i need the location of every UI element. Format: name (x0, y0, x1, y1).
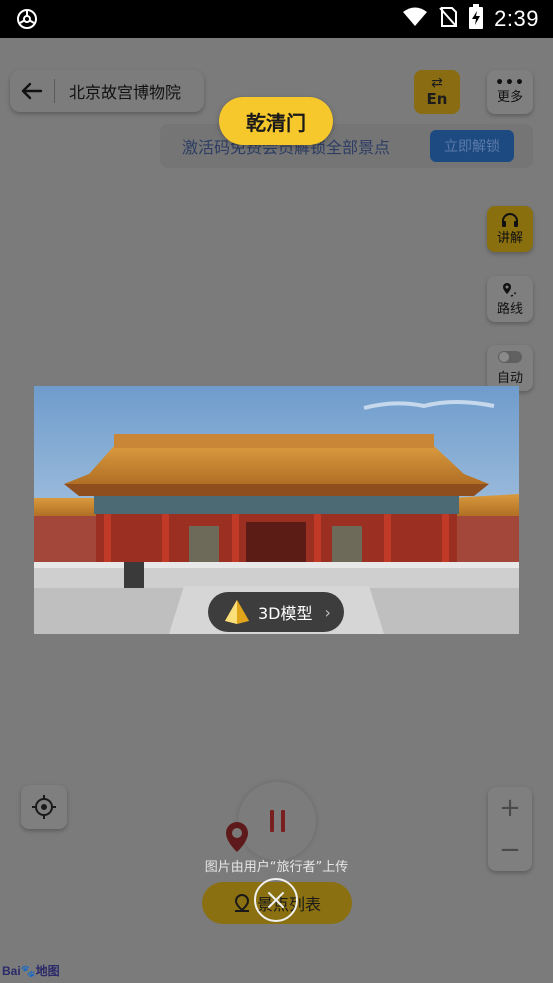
arrow-left-icon (21, 82, 43, 100)
spot-pin-icon[interactable] (222, 820, 252, 858)
route-label: 路线 (496, 301, 523, 317)
locate-button[interactable] (21, 785, 67, 829)
narrate-button[interactable]: 讲解 (487, 206, 533, 252)
spot-title-pill: 乾清门 (219, 97, 333, 145)
auto-button[interactable]: 自动 (487, 345, 533, 391)
pin-list-icon (234, 894, 249, 912)
photo-caption: 图片由用户“旅行者”上传 (204, 860, 349, 875)
3d-model-button[interactable]: 3D模型 › (208, 592, 344, 632)
header-bar: 北京故宫博物院 (10, 70, 204, 112)
chevron-right-icon: › (324, 602, 331, 622)
status-bar: 2:39 (0, 0, 553, 38)
narrate-label: 讲解 (496, 230, 523, 246)
3d-model-label: 3D模型 (258, 604, 313, 623)
route-button[interactable]: 路线 (487, 276, 533, 322)
app-notification-icon (16, 8, 38, 30)
more-label: 更多 (496, 90, 523, 105)
pause-icon (269, 810, 285, 832)
close-button[interactable] (254, 878, 298, 922)
baidu-map-logo: Bai🐾地图 (2, 964, 60, 978)
toggle-icon (498, 350, 522, 363)
language-label: En (426, 90, 448, 108)
more-button[interactable]: ••• 更多 (487, 70, 533, 114)
pyramid-icon (225, 600, 249, 624)
swap-icon: ⇄ (431, 75, 443, 91)
page-title: 北京故宫博物院 (69, 83, 182, 102)
route-pin-icon (503, 282, 517, 297)
auto-label: 自动 (496, 370, 523, 386)
headphones-icon (502, 212, 518, 227)
wifi-icon (402, 7, 428, 31)
close-icon (268, 892, 284, 908)
more-dots-icon: ••• (495, 75, 525, 91)
status-time: 2:39 (494, 6, 539, 31)
zoom-in-button[interactable]: + (499, 793, 521, 823)
unlock-button[interactable]: 立即解锁 (430, 130, 514, 162)
language-button[interactable]: ⇄ En (414, 70, 460, 114)
back-button[interactable] (10, 70, 54, 112)
unlock-banner: 激活码免费会员解锁全部景点 立即解锁 (160, 124, 533, 168)
crosshair-icon (32, 795, 56, 819)
battery-charging-icon (468, 4, 484, 34)
no-sim-icon (438, 6, 458, 32)
